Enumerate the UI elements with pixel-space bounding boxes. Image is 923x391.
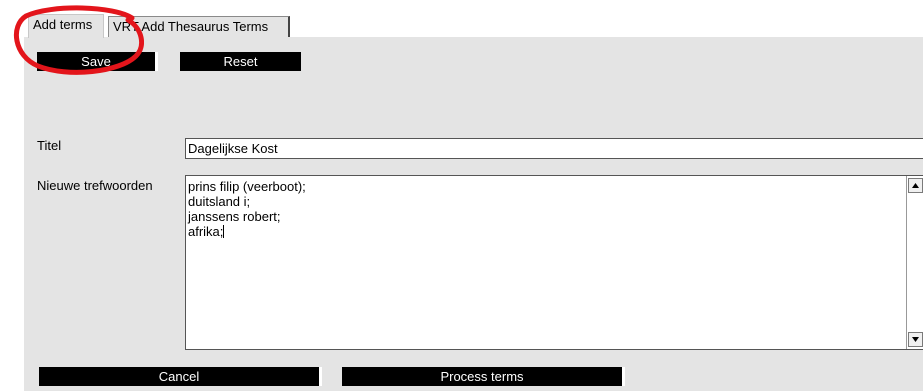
scroll-up-arrow-icon[interactable] [908, 178, 923, 193]
textarea-scrollbar[interactable] [906, 176, 923, 349]
tab-vrt-add-thesaurus-terms[interactable]: VRT Add Thesaurus Terms [108, 16, 290, 37]
trefwoorden-label: Nieuwe trefwoorden [37, 178, 153, 193]
scroll-down-arrow-icon[interactable] [908, 332, 923, 347]
term-line: duitsland i; [188, 194, 251, 209]
term-line: janssens robert; [188, 209, 281, 224]
trefwoorden-text: prins filip (veerboot); duitsland i; janss… [188, 179, 306, 239]
tab-add-terms[interactable]: Add terms [28, 14, 104, 38]
term-line: prins filip (veerboot); [188, 179, 306, 194]
trefwoorden-textarea[interactable]: prins filip (veerboot); duitsland i; janss… [185, 175, 923, 350]
text-caret [223, 225, 225, 238]
cancel-button[interactable]: Cancel [39, 367, 322, 386]
save-button[interactable]: Save [37, 52, 158, 71]
titel-label: Titel [37, 138, 62, 153]
term-line-text: afrika; [188, 224, 224, 239]
page: Add terms VRT Add Thesaurus Terms Save R… [0, 0, 923, 391]
process-terms-button[interactable]: Process terms [342, 367, 625, 386]
reset-button[interactable]: Reset [180, 52, 301, 71]
titel-input[interactable] [185, 138, 923, 159]
term-line: afrika; [188, 224, 306, 239]
